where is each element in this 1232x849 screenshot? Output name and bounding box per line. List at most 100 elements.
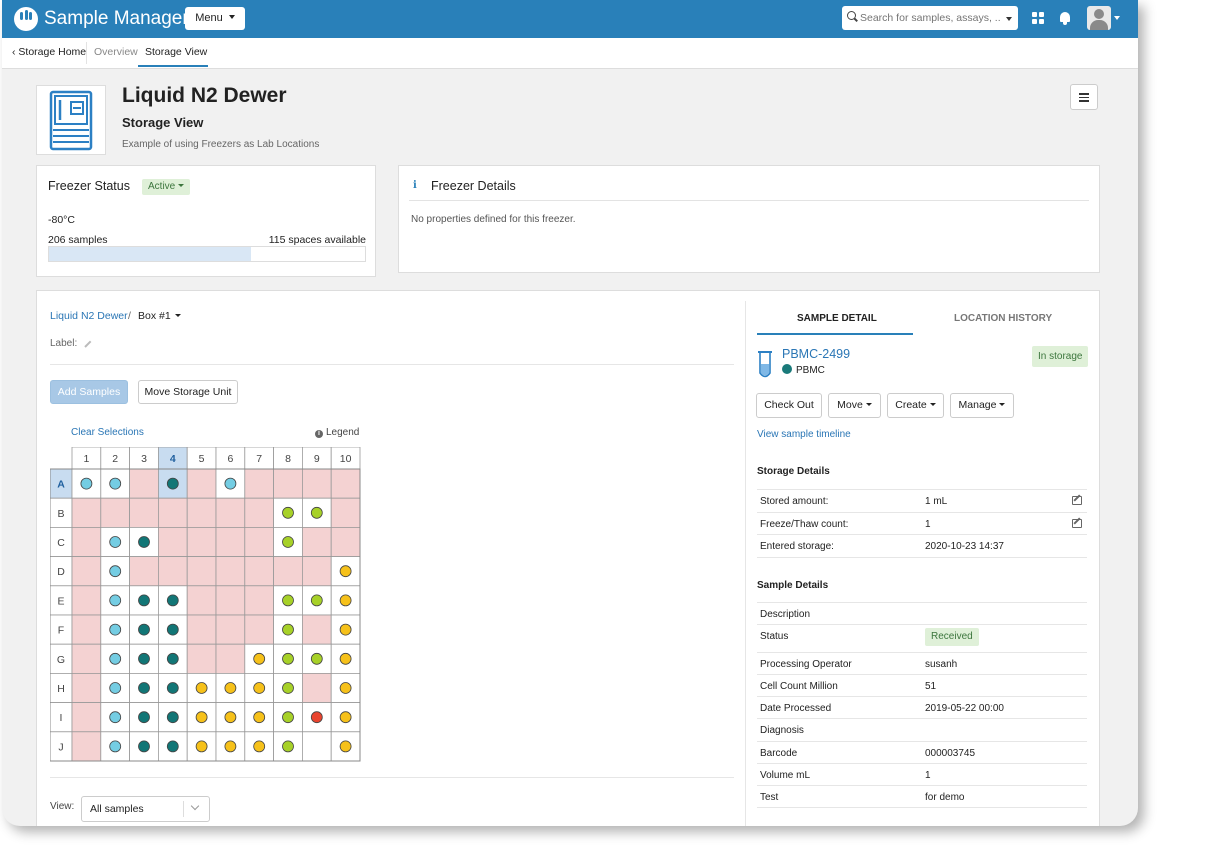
sample-dot[interactable] — [282, 506, 294, 519]
box-cell[interactable] — [158, 497, 188, 528]
sample-dot[interactable] — [224, 477, 237, 490]
box-cell[interactable] — [244, 585, 275, 616]
tab-storage-view[interactable]: Storage View — [145, 46, 207, 58]
sample-dot[interactable] — [224, 711, 237, 724]
sample-dot[interactable] — [253, 682, 266, 694]
sample-name-link[interactable]: PBMC-2499 — [782, 347, 850, 361]
sample-dot[interactable] — [138, 594, 150, 607]
sample-dot[interactable] — [339, 594, 352, 607]
box-cell[interactable] — [301, 556, 332, 587]
sample-dot[interactable] — [109, 536, 122, 548]
sample-dot[interactable] — [310, 711, 323, 724]
legend-toggle[interactable]: i Legend — [315, 427, 359, 438]
sample-dot[interactable] — [138, 711, 150, 724]
sample-dot[interactable] — [166, 711, 179, 724]
box-cell[interactable] — [186, 497, 217, 528]
sample-dot[interactable] — [109, 565, 122, 578]
sample-dot[interactable] — [138, 740, 150, 753]
sample-timeline-link[interactable]: View sample timeline — [757, 429, 851, 440]
avatar[interactable] — [1087, 6, 1111, 30]
sample-dot[interactable] — [224, 740, 237, 753]
box-cell[interactable] — [100, 497, 130, 528]
sample-dot[interactable] — [138, 536, 150, 548]
sample-dot[interactable] — [339, 711, 352, 724]
box-cell[interactable] — [186, 643, 217, 674]
box-cell[interactable] — [71, 585, 102, 616]
box-cell[interactable] — [301, 614, 332, 645]
sample-dot[interactable] — [80, 477, 93, 490]
sample-dot[interactable] — [195, 711, 208, 724]
check-out-button[interactable]: Check Out — [756, 393, 822, 418]
sample-dot[interactable] — [282, 623, 294, 636]
add-samples-button[interactable]: Add Samples — [50, 380, 128, 404]
tab-location-history[interactable]: LOCATION HISTORY — [954, 313, 1052, 324]
sample-dot[interactable] — [282, 536, 294, 548]
sample-dot[interactable] — [282, 682, 294, 694]
breadcrumb-box-dropdown[interactable]: Box #1 — [138, 310, 181, 322]
search-input[interactable] — [858, 9, 1002, 27]
box-cell[interactable] — [71, 731, 102, 762]
view-select[interactable]: All samples — [81, 796, 210, 822]
sample-dot[interactable] — [253, 652, 266, 665]
sample-dot[interactable] — [310, 652, 323, 665]
box-cell[interactable] — [215, 556, 246, 587]
move-button[interactable]: Move — [828, 393, 881, 418]
apps-grid-icon[interactable] — [1032, 12, 1045, 25]
sample-dot[interactable] — [310, 594, 323, 607]
box-cell[interactable] — [215, 643, 246, 674]
box-cell[interactable] — [244, 527, 275, 558]
box-cell[interactable] — [330, 497, 361, 528]
box-cell[interactable] — [158, 527, 188, 558]
box-cell[interactable] — [215, 527, 246, 558]
box-cell[interactable] — [71, 556, 102, 587]
sample-dot[interactable] — [109, 711, 122, 724]
sample-dot[interactable] — [166, 652, 179, 665]
box-cell[interactable] — [186, 585, 217, 616]
sample-dot[interactable] — [282, 594, 294, 607]
pencil-icon[interactable] — [84, 340, 92, 348]
chevron-down-icon[interactable] — [1114, 16, 1120, 20]
sample-dot[interactable] — [339, 623, 352, 636]
brand-name[interactable]: Sample Manager — [44, 8, 189, 30]
sample-dot[interactable] — [339, 565, 352, 578]
tab-sample-detail[interactable]: SAMPLE DETAIL — [797, 313, 877, 324]
manage-button[interactable]: Manage — [950, 393, 1014, 418]
sample-dot[interactable] — [310, 506, 323, 519]
box-cell[interactable] — [244, 497, 275, 528]
box-cell[interactable] — [244, 556, 275, 587]
breadcrumb-freezer-link[interactable]: Liquid N2 Dewer — [50, 310, 128, 322]
box-cell[interactable] — [129, 468, 159, 499]
box-cell[interactable] — [186, 527, 217, 558]
logo-icon[interactable] — [14, 7, 38, 31]
menu-button[interactable]: Menu — [185, 7, 245, 30]
sample-dot[interactable] — [109, 623, 122, 636]
box-cell[interactable] — [71, 527, 102, 558]
tab-overview[interactable]: Overview — [94, 46, 138, 58]
box-cell[interactable] — [215, 497, 246, 528]
sample-dot[interactable] — [282, 711, 294, 724]
sample-dot[interactable] — [109, 594, 122, 607]
sample-dot[interactable] — [339, 740, 352, 753]
box-cell[interactable] — [215, 614, 246, 645]
box-cell[interactable] — [273, 556, 303, 587]
back-link[interactable]: ‹ Storage Home — [12, 46, 86, 58]
box-cell[interactable] — [71, 643, 102, 674]
sample-dot[interactable] — [109, 477, 122, 490]
sample-dot[interactable] — [166, 682, 179, 694]
box-cell[interactable] — [273, 468, 303, 499]
edit-icon[interactable] — [1072, 518, 1082, 528]
sample-dot[interactable] — [166, 594, 179, 607]
clear-selections-link[interactable]: Clear Selections — [71, 427, 144, 438]
sample-dot[interactable] — [282, 652, 294, 665]
box-cell[interactable] — [330, 527, 361, 558]
sample-dot[interactable] — [195, 740, 208, 753]
sample-dot[interactable] — [109, 682, 122, 694]
options-menu-button[interactable] — [1070, 84, 1098, 110]
box-cell[interactable] — [71, 614, 102, 645]
sample-dot[interactable] — [109, 652, 122, 665]
sample-dot[interactable] — [339, 682, 352, 694]
status-dropdown[interactable]: Active — [142, 179, 191, 195]
sample-dot[interactable] — [339, 652, 352, 665]
box-cell[interactable] — [244, 614, 275, 645]
sample-dot[interactable] — [166, 477, 179, 490]
